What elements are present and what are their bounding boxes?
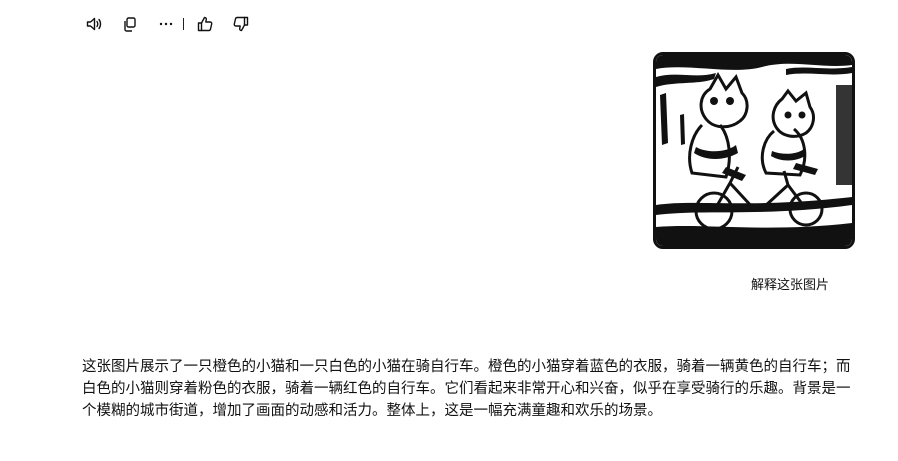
thumbs-up-icon bbox=[197, 16, 213, 32]
speaker-icon bbox=[86, 17, 102, 31]
response-toolbar bbox=[83, 13, 252, 35]
cats-on-bicycles-illustration bbox=[656, 55, 852, 246]
more-icon bbox=[159, 22, 173, 26]
copy-button[interactable] bbox=[119, 13, 141, 35]
chat-response: 解释这张图片 这张图片展示了一只橙色的小猫和一只白色的小猫在骑自行车。橙色的小猫… bbox=[0, 0, 898, 461]
answer-text: 这张图片展示了一只橙色的小猫和一只白色的小猫在骑自行车。橙色的小猫穿着蓝色的衣服… bbox=[82, 359, 851, 419]
copy-icon bbox=[124, 17, 136, 32]
attached-image[interactable] bbox=[653, 52, 855, 249]
more-button[interactable] bbox=[155, 13, 177, 35]
read-aloud-button[interactable] bbox=[83, 13, 105, 35]
like-button[interactable] bbox=[194, 13, 216, 35]
dislike-button[interactable] bbox=[230, 13, 252, 35]
toolbar-divider bbox=[183, 18, 184, 30]
thumbs-down-icon bbox=[233, 16, 249, 32]
explain-image-link[interactable]: 解释这张图片 bbox=[751, 274, 829, 293]
